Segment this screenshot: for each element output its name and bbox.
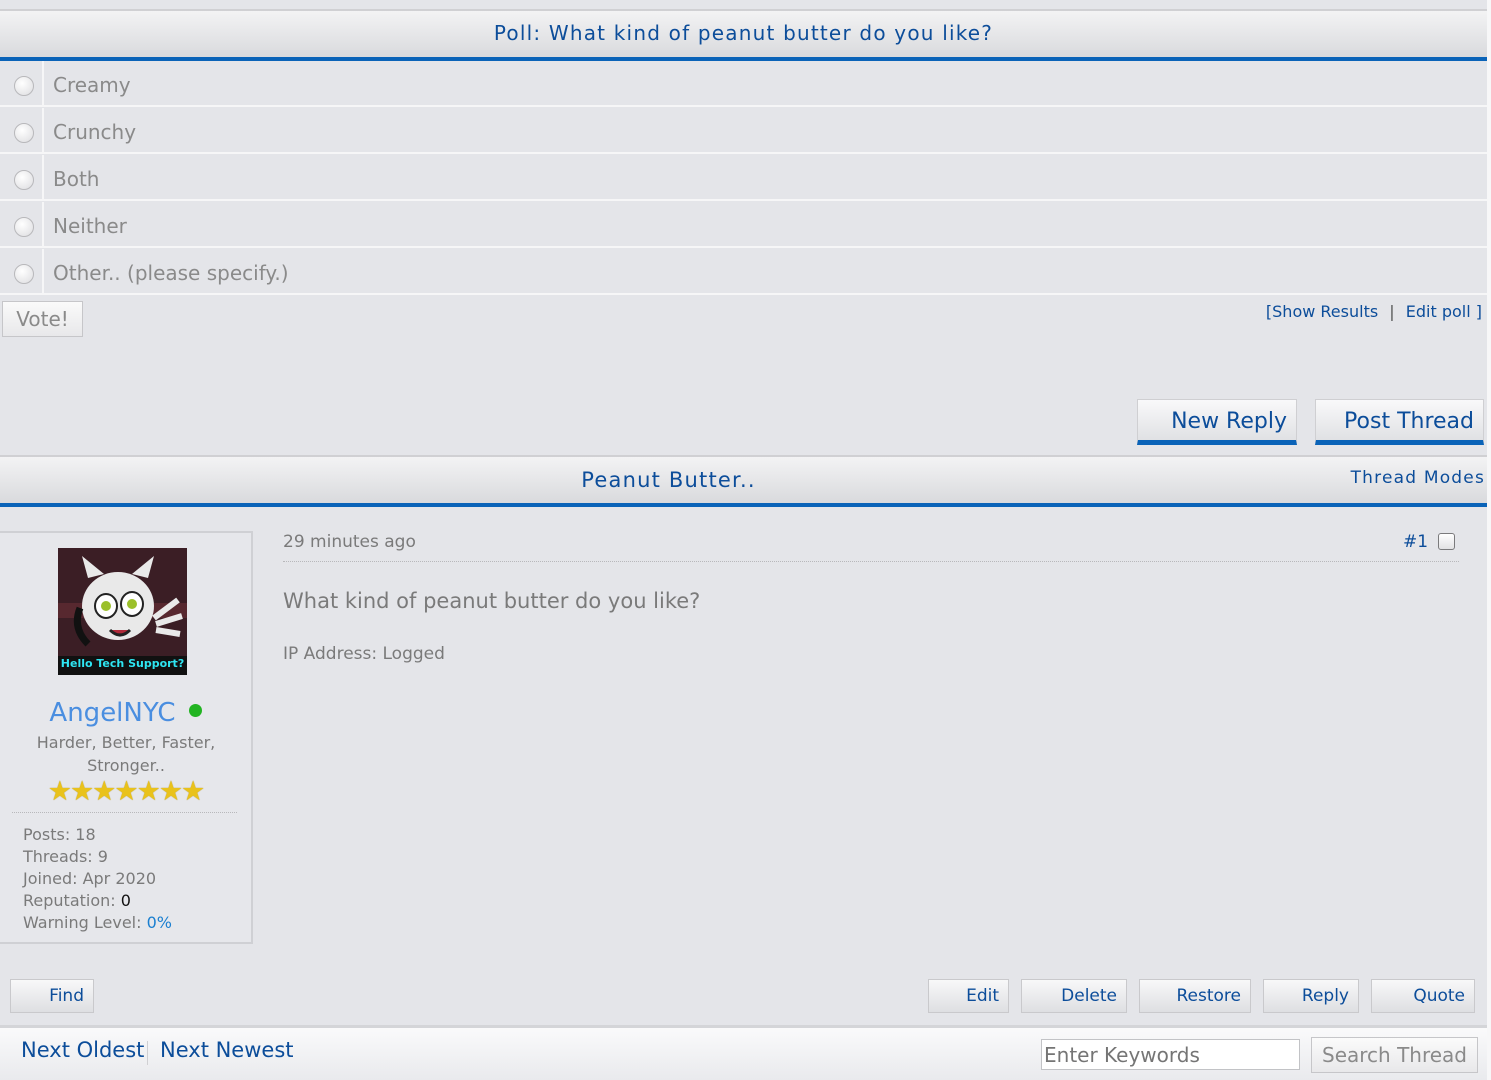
stat-warn-value[interactable]: 0% xyxy=(147,913,172,932)
author-divider xyxy=(12,812,237,813)
username-link[interactable]: AngelNYC xyxy=(49,698,175,728)
avatar[interactable]: Hello Tech Support? xyxy=(58,548,187,675)
thread-title: Peanut Butter.. xyxy=(581,468,756,492)
poll-option[interactable]: Both xyxy=(0,155,1487,201)
stat-warning: Warning Level: 0% xyxy=(23,912,172,934)
poll-option[interactable]: Neither xyxy=(0,202,1487,248)
next-newest-link[interactable]: Next Newest xyxy=(160,1038,294,1062)
edit-button[interactable]: Edit xyxy=(928,979,1009,1013)
poll-option-label: Creamy xyxy=(53,73,131,97)
rank-star-icon: ★ xyxy=(181,776,205,807)
poll-radio[interactable] xyxy=(14,123,34,143)
post-time: 29 minutes ago xyxy=(283,532,416,552)
thread-modes-link[interactable]: Thread Modes xyxy=(1351,468,1485,488)
thread-footer: Next Oldest Next Newest Search Thread xyxy=(0,1025,1487,1080)
stat-threads-label: Threads: xyxy=(23,847,93,866)
stat-joined-value: Apr 2020 xyxy=(82,869,157,888)
thread-header: Peanut Butter.. Thread Modes xyxy=(0,455,1487,503)
username-row: AngelNYC xyxy=(0,698,251,728)
window-edge xyxy=(1487,0,1491,1080)
poll-title: Poll: What kind of peanut butter do you … xyxy=(493,21,994,45)
delete-button[interactable]: Delete xyxy=(1021,979,1127,1013)
post-body: What kind of peanut butter do you like? xyxy=(283,589,701,613)
post-number-link[interactable]: #1 xyxy=(1403,532,1428,552)
reply-button[interactable]: Reply xyxy=(1263,979,1359,1013)
poll-option-label: Crunchy xyxy=(53,120,137,144)
rank-star-icon: ★ xyxy=(92,776,116,807)
poll-radio[interactable] xyxy=(14,76,34,96)
stat-threads-value: 9 xyxy=(97,847,108,866)
thread-header-rule xyxy=(0,503,1487,507)
rank-star-icon: ★ xyxy=(114,776,138,807)
stat-threads: Threads: 9 xyxy=(23,846,172,868)
author-stats: Posts: 18 Threads: 9 Joined: Apr 2020 Re… xyxy=(23,824,172,934)
stat-posts-label: Posts: xyxy=(23,825,71,844)
post-meta-divider xyxy=(283,561,1459,562)
rank-star-icon: ★ xyxy=(158,776,183,807)
poll-option-label: Other.. (please specify.) xyxy=(53,261,289,285)
footer-nav-divider xyxy=(147,1041,148,1065)
avatar-caption: Hello Tech Support? xyxy=(60,657,185,670)
poll-radio-cell xyxy=(0,61,44,107)
poll-option[interactable]: Other.. (please specify.) xyxy=(0,249,1487,295)
new-reply-button[interactable]: New Reply xyxy=(1137,399,1297,445)
search-keywords-input[interactable] xyxy=(1041,1039,1300,1070)
next-oldest-link[interactable]: Next Oldest xyxy=(21,1038,144,1062)
poll-radio[interactable] xyxy=(14,217,34,237)
poll-radio[interactable] xyxy=(14,264,34,284)
find-button[interactable]: Find xyxy=(10,979,94,1013)
poll-links-separator: | xyxy=(1389,302,1395,321)
post-thread-button[interactable]: Post Thread xyxy=(1315,399,1484,445)
show-results-link[interactable]: Show Results xyxy=(1272,302,1378,321)
stat-joined: Joined: Apr 2020 xyxy=(23,868,172,890)
poll-option[interactable]: Creamy xyxy=(0,61,1487,107)
stat-posts: Posts: 18 xyxy=(23,824,172,846)
rank-star-icon: ★ xyxy=(47,776,72,807)
rank-star-icon: ★ xyxy=(136,776,161,807)
rank-stars: ★★★★★★★ xyxy=(0,778,251,805)
online-status-icon xyxy=(188,704,202,717)
post-ip: IP Address: Logged xyxy=(283,644,445,664)
poll-option-label: Both xyxy=(53,167,100,191)
search-thread-button[interactable]: Search Thread xyxy=(1311,1037,1478,1073)
poll-option-label: Neither xyxy=(53,214,127,238)
post-author-panel: Hello Tech Support? AngelNYC Harder, Bet… xyxy=(0,531,253,944)
poll-radio-cell xyxy=(0,108,44,154)
avatar-image xyxy=(58,548,187,675)
vote-button[interactable]: Vote! xyxy=(2,301,83,337)
poll-links: [Show Results | Edit poll ] xyxy=(1266,302,1482,321)
multiquote-checkbox[interactable] xyxy=(1438,533,1455,550)
poll-header: Poll: What kind of peanut butter do you … xyxy=(0,9,1487,57)
stat-rep-value[interactable]: 0 xyxy=(121,891,131,910)
poll-radio[interactable] xyxy=(14,170,34,190)
stat-joined-label: Joined: xyxy=(23,869,78,888)
poll-radio-cell xyxy=(0,249,44,295)
restore-button[interactable]: Restore xyxy=(1139,979,1251,1013)
quote-button[interactable]: Quote xyxy=(1371,979,1475,1013)
poll-radio-cell xyxy=(0,202,44,248)
poll-radio-cell xyxy=(0,155,44,201)
poll-option[interactable]: Crunchy xyxy=(0,108,1487,154)
stat-posts-value: 18 xyxy=(75,825,96,844)
stat-warn-label: Warning Level: xyxy=(23,913,142,932)
poll-links-close: ] xyxy=(1475,302,1482,321)
stat-rep-label: Reputation: xyxy=(23,891,116,910)
stat-reputation: Reputation: 0 xyxy=(23,890,172,912)
usertitle: Harder, Better, Faster, Stronger.. xyxy=(36,733,216,775)
edit-poll-link[interactable]: Edit poll xyxy=(1406,302,1471,321)
rank-star-icon: ★ xyxy=(69,776,94,807)
